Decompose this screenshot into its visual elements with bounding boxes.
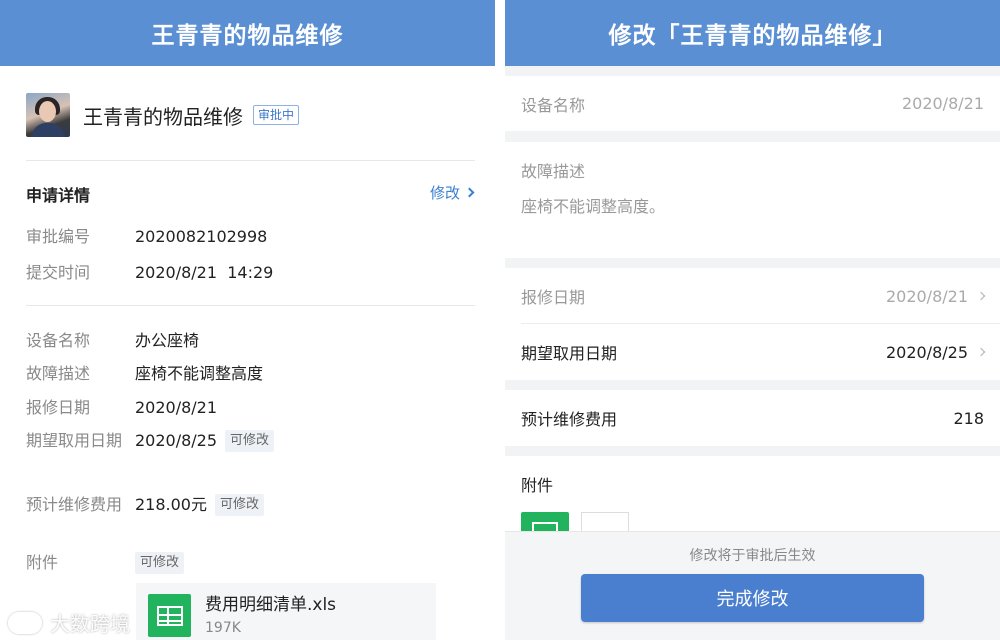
cost-card: 预计维修费用 218 [505, 390, 1000, 446]
field-label: 设备名称 [521, 95, 586, 115]
field-value: 2020/8/25 [885, 342, 968, 362]
field-value: 2020/8/21 14:29 [135, 263, 274, 282]
device-name-row: 设备名称 办公座椅 [26, 330, 475, 352]
request-title: 王青青的物品维修 [83, 104, 243, 129]
field-value: 218.00元 [135, 495, 207, 514]
field-value: 218 [953, 408, 984, 428]
fault-description-card: 故障描述 座椅不能调整高度。 [505, 142, 1000, 258]
device-name-row: 设备名称 2020/8/21 [521, 76, 984, 131]
field-label: 设备名称 [26, 331, 91, 350]
modifiable-tag: 可修改 [225, 430, 275, 452]
approval-number-row: 审批编号 2020082102998 [26, 226, 475, 248]
fault-label-row: 故障描述 [521, 158, 984, 182]
field-label: 提交时间 [26, 263, 91, 282]
field-label: 附件 [521, 476, 554, 495]
approval-detail-panel: 王青青的物品维修 王青青的物品维修 审批中 申请详情 修改 审批编号 20200… [0, 0, 495, 640]
page-title: 王青青的物品维修 [151, 23, 344, 49]
modifiable-tag: 可修改 [135, 552, 185, 574]
spreadsheet-icon [148, 594, 191, 637]
file-size: 197K [205, 620, 241, 636]
device-name-card: 设备名称 2020/8/21 [505, 76, 1000, 131]
panel-gap [495, 0, 505, 640]
expected-date-row: 期望取用日期 2020/8/25 可修改 [26, 430, 475, 452]
edit-title-bar: 修改「王青青的物品维修」 [505, 0, 1000, 66]
report-date-row: 报修日期 2020/8/21 [521, 268, 986, 324]
field-label: 故障描述 [26, 364, 91, 383]
fault-text-row: 座椅不能调整高度。 [521, 193, 984, 217]
watermark: 大数跨境 [8, 608, 130, 637]
page-title-bar: 王青青的物品维修 [0, 0, 495, 66]
field-value: 2020/8/21 [885, 286, 968, 306]
watermark-text: 大数跨境 [50, 612, 130, 636]
chevron-right-icon [464, 187, 475, 198]
field-label: 故障描述 [521, 162, 586, 181]
field-label: 预计维修费用 [521, 410, 618, 429]
complete-edit-button[interactable]: 完成修改 [581, 574, 924, 622]
field-label: 期望取用日期 [521, 344, 618, 363]
estimated-cost-input[interactable]: 预计维修费用 218 [521, 390, 984, 446]
field-label: 附件 [26, 553, 59, 572]
applicant-header: 王青青的物品维修 审批中 [26, 93, 475, 137]
fault-description-text: 座椅不能调整高度。 [521, 197, 666, 216]
divider [26, 305, 475, 306]
field-label: 预计维修费用 [26, 495, 123, 514]
edit-request-panel: 修改「王青青的物品维修」 设备名称 2020/8/21 故障描述 座椅不能调整高… [505, 0, 1000, 640]
fault-description-row: 故障描述 座椅不能调整高度 [26, 363, 475, 385]
edit-link-label: 修改 [429, 184, 460, 202]
section-title: 申请详情 [26, 186, 91, 205]
attachment-row: 附件 可修改 [26, 552, 475, 574]
field-label: 报修日期 [521, 288, 586, 307]
modifiable-tag: 可修改 [215, 494, 265, 516]
expected-date-picker[interactable]: 期望取用日期 2020/8/25 [521, 324, 986, 380]
chevron-right-icon [976, 347, 986, 357]
chevron-right-icon [976, 291, 986, 301]
submit-time-row: 提交时间 2020/8/21 14:29 [26, 262, 475, 284]
divider [26, 160, 475, 161]
estimated-cost-row: 预计维修费用 218.00元 可修改 [26, 494, 475, 516]
field-value: 2020082102998 [135, 227, 268, 246]
footer-note: 修改将于审批后生效 [689, 548, 816, 564]
edit-page-title: 修改「王青青的物品维修」 [608, 23, 897, 49]
field-value: 2020/8/21 [135, 398, 218, 417]
field-value: 办公座椅 [135, 331, 200, 350]
field-label: 报修日期 [26, 398, 91, 417]
field-label: 期望取用日期 [26, 431, 123, 450]
file-name: 费用明细清单.xls [205, 595, 337, 615]
field-value: 2020/8/21 [901, 94, 984, 113]
attachments-label-row: 附件 [521, 472, 984, 496]
attachment-file[interactable]: 费用明细清单.xls 197K [136, 583, 436, 640]
field-label: 审批编号 [26, 227, 91, 246]
status-badge: 审批中 [253, 105, 300, 125]
report-date-row: 报修日期 2020/8/21 [26, 397, 475, 419]
watermark-logo-icon [8, 611, 42, 634]
field-value: 2020/8/25 [135, 431, 218, 450]
footer-bar: 修改将于审批后生效 完成修改 [505, 531, 1000, 640]
dates-card: 报修日期 2020/8/21 期望取用日期 2020/8/25 [505, 268, 1000, 380]
edit-link[interactable]: 修改 [429, 182, 475, 203]
field-value: 座椅不能调整高度 [135, 364, 264, 383]
avatar [26, 93, 70, 137]
